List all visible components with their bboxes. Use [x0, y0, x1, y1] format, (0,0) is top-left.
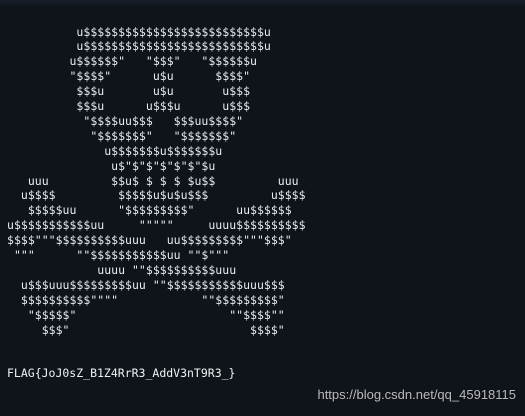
flag-output: FLAG{JoJ0sZ_B1Z4RrR3_AddV3nT9R3_}	[7, 366, 236, 380]
terminal-screenshot: u$$$$$$$$$$$$$$$$$$$$$$$$$$u u$$$$$$$$$$…	[0, 0, 525, 416]
window-top-edge	[0, 0, 525, 8]
blog-watermark: https://blog.csdn.net/qq_45918115	[317, 387, 516, 402]
ascii-skull-art: u$$$$$$$$$$$$$$$$$$$$$$$$$$u u$$$$$$$$$$…	[7, 24, 306, 337]
